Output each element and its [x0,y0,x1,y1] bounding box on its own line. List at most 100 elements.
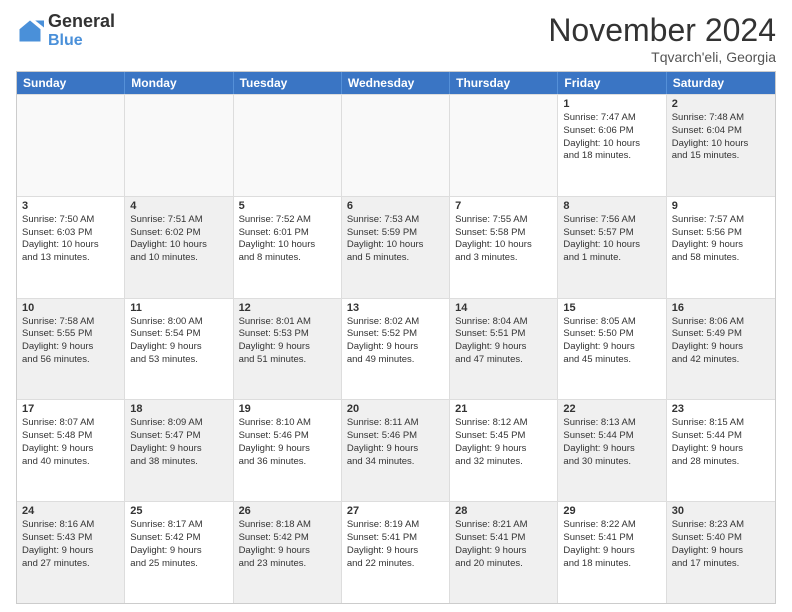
calendar-cell-26: 26Sunrise: 8:18 AMSunset: 5:42 PMDayligh… [234,502,342,603]
cell-line: Daylight: 9 hours [239,545,336,558]
calendar-cell-24: 24Sunrise: 8:16 AMSunset: 5:43 PMDayligh… [17,502,125,603]
cell-line: Daylight: 9 hours [22,443,119,456]
cell-line: and 10 minutes. [130,252,227,265]
calendar-row-2: 10Sunrise: 7:58 AMSunset: 5:55 PMDayligh… [17,298,775,400]
cell-line: Sunset: 5:50 PM [563,328,660,341]
calendar-cell-23: 23Sunrise: 8:15 AMSunset: 5:44 PMDayligh… [667,400,775,501]
cell-line: and 13 minutes. [22,252,119,265]
cell-line: Sunrise: 7:55 AM [455,214,552,227]
cell-line: Sunrise: 8:18 AM [239,519,336,532]
calendar: SundayMondayTuesdayWednesdayThursdayFrid… [16,71,776,604]
cell-line: Sunset: 5:41 PM [563,532,660,545]
cell-line: and 20 minutes. [455,558,552,571]
cell-line: Sunrise: 7:50 AM [22,214,119,227]
day-number: 10 [22,302,119,314]
cell-line: Sunrise: 8:10 AM [239,417,336,430]
cell-line: Daylight: 10 hours [347,239,444,252]
cell-line: and 30 minutes. [563,456,660,469]
header: General Blue November 2024 Tqvarch'eli, … [16,12,776,65]
cell-line: Sunset: 5:45 PM [455,430,552,443]
calendar-cell-16: 16Sunrise: 8:06 AMSunset: 5:49 PMDayligh… [667,299,775,400]
cell-line: Sunrise: 8:23 AM [672,519,770,532]
calendar-cell-2: 2Sunrise: 7:48 AMSunset: 6:04 PMDaylight… [667,95,775,196]
cell-line: Daylight: 9 hours [239,341,336,354]
cell-line: and 53 minutes. [130,354,227,367]
cell-line: and 34 minutes. [347,456,444,469]
day-number: 22 [563,403,660,415]
cell-line: Daylight: 9 hours [455,545,552,558]
cell-line: Sunset: 5:46 PM [239,430,336,443]
day-number: 28 [455,505,552,517]
day-number: 13 [347,302,444,314]
cell-line: Daylight: 9 hours [347,443,444,456]
calendar-cell-20: 20Sunrise: 8:11 AMSunset: 5:46 PMDayligh… [342,400,450,501]
cell-line: Daylight: 9 hours [347,545,444,558]
calendar-cell-25: 25Sunrise: 8:17 AMSunset: 5:42 PMDayligh… [125,502,233,603]
day-number: 12 [239,302,336,314]
cell-line: Sunrise: 7:47 AM [563,112,660,125]
calendar-cell-empty-0-3 [342,95,450,196]
calendar-cell-10: 10Sunrise: 7:58 AMSunset: 5:55 PMDayligh… [17,299,125,400]
logo-text: General Blue [48,12,115,49]
cell-line: and 18 minutes. [563,150,660,163]
calendar-cell-27: 27Sunrise: 8:19 AMSunset: 5:41 PMDayligh… [342,502,450,603]
cell-line: Sunset: 5:48 PM [22,430,119,443]
cell-line: Sunrise: 8:09 AM [130,417,227,430]
cell-line: Sunset: 6:06 PM [563,125,660,138]
cell-line: and 49 minutes. [347,354,444,367]
cell-line: and 47 minutes. [455,354,552,367]
cell-line: and 58 minutes. [672,252,770,265]
day-header-sunday: Sunday [17,72,125,94]
day-number: 4 [130,200,227,212]
calendar-cell-13: 13Sunrise: 8:02 AMSunset: 5:52 PMDayligh… [342,299,450,400]
calendar-cell-5: 5Sunrise: 7:52 AMSunset: 6:01 PMDaylight… [234,197,342,298]
cell-line: and 23 minutes. [239,558,336,571]
cell-line: Sunrise: 8:04 AM [455,316,552,329]
cell-line: Sunrise: 7:52 AM [239,214,336,227]
location: Tqvarch'eli, Georgia [548,49,776,65]
cell-line: Sunrise: 8:06 AM [672,316,770,329]
day-number: 6 [347,200,444,212]
calendar-cell-12: 12Sunrise: 8:01 AMSunset: 5:53 PMDayligh… [234,299,342,400]
day-header-friday: Friday [558,72,666,94]
day-number: 11 [130,302,227,314]
calendar-cell-15: 15Sunrise: 8:05 AMSunset: 5:50 PMDayligh… [558,299,666,400]
cell-line: Sunrise: 7:51 AM [130,214,227,227]
cell-line: Sunrise: 7:57 AM [672,214,770,227]
calendar-cell-4: 4Sunrise: 7:51 AMSunset: 6:02 PMDaylight… [125,197,233,298]
cell-line: Sunset: 6:01 PM [239,227,336,240]
day-number: 21 [455,403,552,415]
cell-line: and 3 minutes. [455,252,552,265]
cell-line: Sunrise: 8:07 AM [22,417,119,430]
cell-line: Daylight: 9 hours [672,545,770,558]
calendar-cell-6: 6 Sunrise: 7:53 AMSunset: 5:59 PMDaylight… [342,197,450,298]
cell-line: Sunset: 5:56 PM [672,227,770,240]
day-number: 2 [672,98,770,110]
day-number: 19 [239,403,336,415]
day-number: 3 [22,200,119,212]
cell-line: Sunset: 5:44 PM [563,430,660,443]
calendar-cell-empty-0-4 [450,95,558,196]
cell-line: Daylight: 10 hours [239,239,336,252]
cell-line: Daylight: 10 hours [455,239,552,252]
cell-line: Sunset: 5:59 PM [347,227,444,240]
cell-line: Sunrise: 8:21 AM [455,519,552,532]
cell-line: and 8 minutes. [239,252,336,265]
logo-icon [16,17,44,45]
cell-line: and 5 minutes. [347,252,444,265]
cell-line: Sunset: 5:42 PM [130,532,227,545]
day-header-monday: Monday [125,72,233,94]
cell-line: Sunset: 5:57 PM [563,227,660,240]
cell-line: Sunrise: 7:53 AM [347,214,444,227]
calendar-cell-18: 18Sunrise: 8:09 AMSunset: 5:47 PMDayligh… [125,400,233,501]
cell-line: Sunrise: 8:11 AM [347,417,444,430]
day-number: 1 [563,98,660,110]
month-title: November 2024 [548,12,776,49]
page: General Blue November 2024 Tqvarch'eli, … [0,0,792,612]
cell-line: Sunrise: 7:56 AM [563,214,660,227]
day-header-saturday: Saturday [667,72,775,94]
day-number: 30 [672,505,770,517]
cell-line: Daylight: 9 hours [672,443,770,456]
cell-line: Daylight: 10 hours [22,239,119,252]
cell-line: and 42 minutes. [672,354,770,367]
